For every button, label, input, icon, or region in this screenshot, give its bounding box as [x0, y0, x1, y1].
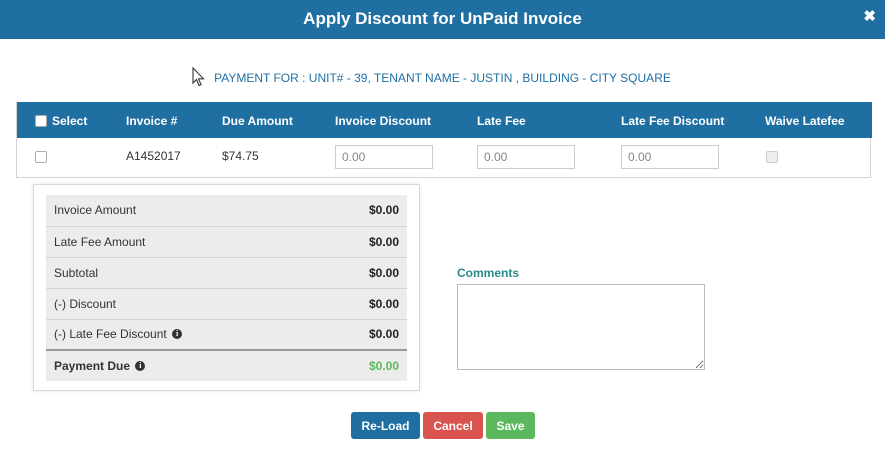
info-icon[interactable]: i	[135, 360, 146, 371]
save-button[interactable]: Save	[486, 412, 535, 439]
discount-label: (-) Discount	[46, 287, 320, 319]
invoice-amount-row: Invoice Amount $0.00	[46, 195, 407, 226]
info-icon[interactable]: i	[172, 329, 183, 340]
late-fee-discount-row: (-) Late Fee Discount i $0.00	[46, 318, 407, 350]
late-fee-discount-label-cell: (-) Late Fee Discount i	[46, 318, 320, 350]
col-late-fee: Late Fee	[477, 114, 526, 128]
row-select-cell	[35, 138, 47, 174]
col-waive-latefee: Waive Latefee	[765, 114, 845, 128]
grid-header: Select Invoice # Due Amount Invoice Disc…	[17, 102, 872, 138]
discount-row: (-) Discount $0.00	[46, 287, 407, 319]
due-amount-cell: $74.75	[222, 149, 259, 163]
payment-due-value: $0.00	[319, 349, 407, 381]
col-due-amount: Due Amount	[222, 114, 293, 128]
waive-latefee-cell	[766, 138, 778, 174]
table-row: A1452017 $74.75	[17, 138, 870, 176]
payment-for-text: PAYMENT FOR : UNIT# - 39, TENANT NAME - …	[214, 71, 671, 85]
row-select-checkbox[interactable]	[35, 150, 47, 163]
late-fee-amount-label: Late Fee Amount	[46, 225, 320, 257]
subtotal-value: $0.00	[319, 256, 407, 288]
waive-latefee-checkbox[interactable]	[766, 150, 778, 163]
late-fee-discount-value: $0.00	[319, 318, 407, 350]
invoice-amount-label: Invoice Amount	[54, 203, 137, 218]
invoice-grid: Select Invoice # Due Amount Invoice Disc…	[16, 102, 872, 178]
invoice-amount-value: $0.00	[368, 203, 399, 218]
subtotal-row: Subtotal $0.00	[46, 256, 407, 288]
col-invoice-no: Invoice #	[126, 114, 178, 128]
payment-due-row: Payment Due i $0.00	[46, 349, 407, 381]
select-all-checkbox[interactable]	[35, 114, 47, 127]
reload-button[interactable]: Re-Load	[351, 412, 420, 439]
comments-textarea[interactable]	[457, 284, 705, 370]
late-fee-input[interactable]	[477, 145, 575, 169]
discount-value: $0.00	[319, 287, 407, 319]
late-fee-amount-value: $0.00	[319, 225, 407, 257]
summary-table: Invoice Amount $0.00 Late Fee Amount $0.…	[46, 195, 407, 381]
col-late-fee-discount: Late Fee Discount	[621, 114, 725, 128]
late-fee-amount-row: Late Fee Amount $0.00	[46, 225, 407, 257]
invoice-no-cell: A1452017	[126, 149, 181, 163]
select-all-header: Select	[35, 102, 87, 138]
subtotal-label: Subtotal	[46, 256, 320, 288]
col-invoice-discount: Invoice Discount	[335, 114, 432, 128]
late-fee-discount-label: (-) Late Fee Discount	[54, 327, 167, 342]
dialog-title: Apply Discount for UnPaid Invoice	[303, 9, 582, 28]
payment-due-label-cell: Payment Due i	[46, 349, 320, 381]
summary-panel: Invoice Amount $0.00 Late Fee Amount $0.…	[33, 184, 420, 391]
dialog-header: Apply Discount for UnPaid Invoice ✖	[0, 0, 885, 39]
payment-due-label: Payment Due	[54, 359, 131, 373]
invoice-discount-input[interactable]	[335, 145, 433, 169]
cancel-button[interactable]: Cancel	[423, 412, 483, 439]
late-fee-discount-input[interactable]	[621, 145, 719, 169]
close-icon[interactable]: ✖	[863, 9, 876, 25]
col-select: Select	[52, 114, 88, 128]
comments-label: Comments	[457, 266, 520, 280]
